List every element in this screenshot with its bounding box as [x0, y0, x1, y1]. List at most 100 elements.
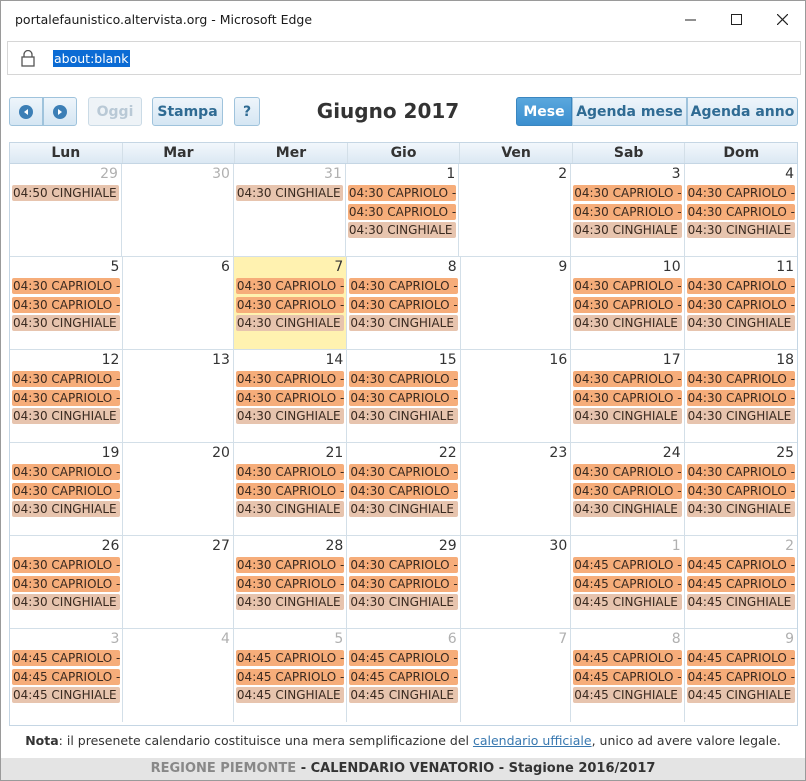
- event-capriolo[interactable]: 04:30 CAPRIOLO -: [573, 389, 682, 406]
- view-agenda-month-button[interactable]: Agenda mese: [572, 97, 687, 126]
- next-month-button[interactable]: [43, 97, 77, 126]
- day-number[interactable]: 5: [236, 631, 344, 650]
- day-number[interactable]: 8: [573, 631, 681, 650]
- day-number[interactable]: 23: [463, 445, 569, 464]
- event-capriolo[interactable]: 04:30 CAPRIOLO -: [235, 278, 345, 294]
- day-number[interactable]: 11: [687, 259, 795, 278]
- day-number[interactable]: 16: [463, 352, 569, 371]
- address-bar[interactable]: about:blank: [7, 41, 801, 75]
- event-capriolo[interactable]: 04:30 CAPRIOLO -: [686, 203, 795, 220]
- event-capriolo[interactable]: 04:30 CAPRIOLO -: [12, 278, 121, 294]
- day-cell[interactable]: 6: [123, 257, 234, 349]
- day-cell[interactable]: 18 04:30 CAPRIOLO -04:30 CAPRIOLO -04:30 …: [684, 350, 798, 442]
- view-month-button[interactable]: Mese: [516, 97, 572, 126]
- event-capriolo[interactable]: 04:30 CAPRIOLO -: [686, 296, 796, 313]
- event-capriolo[interactable]: 04:45 CAPRIOLO -: [349, 668, 458, 685]
- event-capriolo[interactable]: 04:30 CAPRIOLO -: [349, 575, 458, 592]
- day-number[interactable]: 13: [125, 352, 231, 371]
- event-capriolo[interactable]: 04:30 CAPRIOLO -: [349, 464, 458, 480]
- day-number[interactable]: 4: [125, 631, 231, 650]
- event-capriolo[interactable]: 04:30 CAPRIOLO -: [573, 278, 682, 294]
- day-number[interactable]: 24: [573, 445, 681, 464]
- event-capriolo[interactable]: 04:30 CAPRIOLO -: [349, 389, 458, 406]
- event-cinghiale[interactable]: 04:30 CINGHIALE: [573, 501, 682, 518]
- event-capriolo[interactable]: 04:30 CAPRIOLO -: [686, 389, 796, 406]
- event-capriolo[interactable]: 04:30 CAPRIOLO -: [235, 371, 345, 387]
- day-cell[interactable]: 5 04:30 CAPRIOLO -04:30 CAPRIOLO -04:30 C…: [10, 257, 124, 349]
- day-number[interactable]: 14: [236, 352, 344, 371]
- event-cinghiale[interactable]: 04:45 CINGHIALE: [573, 687, 682, 704]
- day-cell[interactable]: 29 04:30 CAPRIOLO -04:30 CAPRIOLO -04:30 …: [347, 536, 461, 628]
- event-capriolo[interactable]: 04:45 CAPRIOLO -: [12, 668, 121, 685]
- event-capriolo[interactable]: 04:30 CAPRIOLO -: [573, 482, 682, 499]
- event-cinghiale[interactable]: 04:30 CINGHIALE: [686, 501, 796, 518]
- day-cell[interactable]: 11 04:30 CAPRIOLO -04:30 CAPRIOLO -04:30 …: [684, 257, 798, 349]
- day-number[interactable]: 9: [463, 259, 569, 278]
- day-number[interactable]: 3: [573, 166, 681, 185]
- event-capriolo[interactable]: 04:45 CAPRIOLO -: [573, 557, 682, 573]
- day-number[interactable]: 18: [687, 352, 795, 371]
- event-cinghiale[interactable]: 04:30 CINGHIALE: [235, 594, 345, 611]
- day-cell[interactable]: 30: [460, 536, 572, 628]
- day-cell[interactable]: 20: [123, 443, 234, 535]
- event-cinghiale[interactable]: 04:30 CINGHIALE: [686, 408, 796, 425]
- event-capriolo[interactable]: 04:30 CAPRIOLO -: [12, 371, 121, 387]
- day-number[interactable]: 21: [236, 445, 344, 464]
- day-number[interactable]: 26: [12, 538, 120, 557]
- day-cell[interactable]: 26 04:30 CAPRIOLO -04:30 CAPRIOLO -04:30 …: [10, 536, 124, 628]
- event-capriolo[interactable]: 04:30 CAPRIOLO -: [573, 185, 682, 201]
- event-cinghiale[interactable]: 04:45 CINGHIALE: [573, 594, 682, 611]
- event-capriolo[interactable]: 04:30 CAPRIOLO -: [573, 371, 682, 387]
- event-cinghiale[interactable]: 04:45 CINGHIALE: [349, 687, 458, 704]
- day-cell[interactable]: 2: [459, 164, 572, 256]
- event-cinghiale[interactable]: 04:30 CINGHIALE: [12, 408, 121, 425]
- event-cinghiale[interactable]: 04:45 CINGHIALE: [235, 687, 345, 704]
- day-number[interactable]: 2: [687, 538, 795, 557]
- day-number[interactable]: 10: [573, 259, 681, 278]
- official-calendar-link[interactable]: calendario ufficiale: [473, 733, 592, 748]
- today-button[interactable]: Oggi: [88, 97, 142, 126]
- event-cinghiale[interactable]: 04:30 CINGHIALE: [573, 408, 682, 425]
- event-cinghiale[interactable]: 04:30 CINGHIALE: [573, 222, 682, 239]
- day-number[interactable]: 29: [349, 538, 457, 557]
- day-cell[interactable]: 8 04:45 CAPRIOLO -04:45 CAPRIOLO -04:45 C…: [571, 629, 685, 722]
- day-number[interactable]: 15: [349, 352, 457, 371]
- day-number[interactable]: 1: [348, 166, 456, 185]
- event-capriolo[interactable]: 04:30 CAPRIOLO -: [12, 557, 121, 573]
- day-cell[interactable]: 6 04:45 CAPRIOLO -04:45 CAPRIOLO -04:45 C…: [347, 629, 461, 722]
- day-number[interactable]: 17: [573, 352, 681, 371]
- event-capriolo[interactable]: 04:30 CAPRIOLO -: [347, 203, 457, 220]
- close-button[interactable]: [759, 1, 805, 37]
- day-number[interactable]: 9: [687, 631, 795, 650]
- day-number[interactable]: 7: [463, 631, 569, 650]
- event-capriolo[interactable]: 04:30 CAPRIOLO -: [349, 371, 458, 387]
- day-number[interactable]: 20: [125, 445, 231, 464]
- event-cinghiale[interactable]: 04:30 CINGHIALE: [349, 408, 458, 425]
- event-cinghiale[interactable]: 04:30 CINGHIALE: [573, 315, 682, 332]
- day-number[interactable]: 2: [461, 166, 568, 185]
- event-capriolo[interactable]: 04:30 CAPRIOLO -: [686, 371, 796, 387]
- day-cell[interactable]: 14 04:30 CAPRIOLO -04:30 CAPRIOLO -04:30 …: [233, 350, 348, 442]
- day-number[interactable]: 29: [12, 166, 119, 185]
- day-cell[interactable]: 12 04:30 CAPRIOLO -04:30 CAPRIOLO -04:30 …: [10, 350, 124, 442]
- day-cell[interactable]: 15 04:30 CAPRIOLO -04:30 CAPRIOLO -04:30 …: [347, 350, 461, 442]
- day-cell[interactable]: 5 04:45 CAPRIOLO -04:45 CAPRIOLO -04:45 C…: [233, 629, 348, 722]
- event-capriolo[interactable]: 04:30 CAPRIOLO -: [12, 482, 121, 499]
- event-capriolo[interactable]: 04:30 CAPRIOLO -: [349, 278, 458, 294]
- event-capriolo[interactable]: 04:45 CAPRIOLO -: [12, 650, 121, 666]
- day-number[interactable]: 8: [349, 259, 457, 278]
- day-number[interactable]: 30: [124, 166, 231, 185]
- day-cell-today[interactable]: 7 04:30 CAPRIOLO -04:30 CAPRIOLO -04:30 C…: [233, 257, 348, 349]
- event-capriolo[interactable]: 04:30 CAPRIOLO -: [12, 464, 121, 480]
- event-capriolo[interactable]: 04:45 CAPRIOLO -: [349, 650, 458, 666]
- event-capriolo[interactable]: 04:30 CAPRIOLO -: [349, 557, 458, 573]
- event-cinghiale[interactable]: 04:30 CINGHIALE: [349, 594, 458, 611]
- view-agenda-year-button[interactable]: Agenda anno: [687, 97, 798, 126]
- day-number[interactable]: 6: [349, 631, 457, 650]
- event-cinghiale[interactable]: 04:45 CINGHIALE: [686, 687, 796, 704]
- event-cinghiale[interactable]: 04:30 CINGHIALE: [12, 594, 121, 611]
- day-cell[interactable]: 17 04:30 CAPRIOLO -04:30 CAPRIOLO -04:30 …: [571, 350, 685, 442]
- event-capriolo[interactable]: 04:30 CAPRIOLO -: [347, 185, 457, 201]
- day-cell[interactable]: 1 04:30 CAPRIOLO -04:30 CAPRIOLO -04:30 C…: [345, 164, 460, 256]
- event-capriolo[interactable]: 04:45 CAPRIOLO -: [573, 650, 682, 666]
